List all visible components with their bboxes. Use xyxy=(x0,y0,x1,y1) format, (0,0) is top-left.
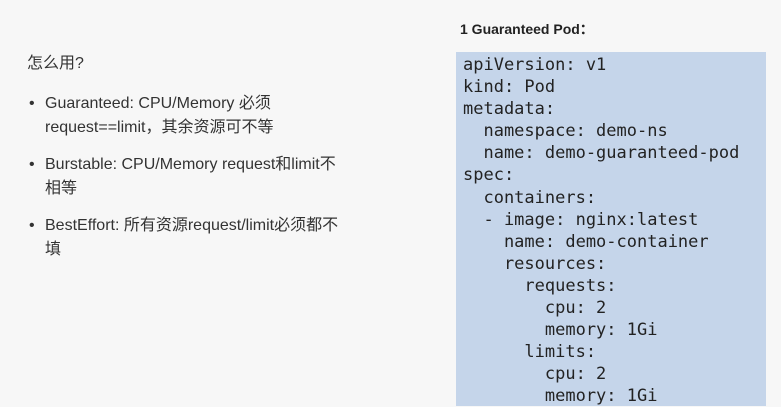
bullet-marker: • xyxy=(29,95,35,112)
code-line: memory: 1Gi xyxy=(463,386,658,406)
bullet-text-line: 相等 xyxy=(45,180,78,197)
bullet-text-line: Burstable: CPU/Memory request和limit不 xyxy=(45,156,336,173)
code-line: namespace: demo-ns xyxy=(463,121,668,142)
bullet-burstable: • Burstable: CPU/Memory request和limit不 相… xyxy=(27,153,427,201)
code-line: cpu: 2 xyxy=(463,298,607,319)
code-line: requests: xyxy=(463,275,617,296)
bullet-besteffort: • BestEffort: 所有资源request/limit必须都不 填 xyxy=(27,214,427,262)
code-line: memory: 1Gi xyxy=(463,320,658,341)
code-line: apiVersion: v1 xyxy=(463,55,607,75)
code-line: containers: xyxy=(463,187,597,208)
bullet-text-line: 填 xyxy=(45,241,62,258)
bullet-marker: • xyxy=(29,217,35,234)
bullet-marker: • xyxy=(29,156,35,173)
qos-class-list: • Guaranteed: CPU/Memory 必须 request==lim… xyxy=(27,92,427,262)
bullet-text-line: BestEffort: 所有资源request/limit必须都不 xyxy=(45,217,339,234)
code-line: spec: xyxy=(463,165,515,186)
code-line: name: demo-guaranteed-pod xyxy=(463,143,740,164)
code-line: limits: xyxy=(463,342,597,363)
code-line: - image: nginx:latest xyxy=(463,209,699,230)
code-line: resources: xyxy=(463,253,607,274)
code-line: name: demo-container xyxy=(463,231,709,252)
bullet-text-line: Guaranteed: CPU/Memory 必须 xyxy=(45,95,271,112)
code-line: kind: Pod xyxy=(463,77,556,98)
bullet-text-line: request==limit，其余资源可不等 xyxy=(45,119,274,136)
yaml-code-block: apiVersion: v1 kind: Pod metadata: names… xyxy=(456,52,766,406)
question-heading: 怎么用? xyxy=(27,55,84,72)
code-line: metadata: xyxy=(463,99,556,120)
bullet-guaranteed: • Guaranteed: CPU/Memory 必须 request==lim… xyxy=(27,92,427,140)
code-example-title: 1 Guaranteed Pod： xyxy=(460,21,594,37)
code-line: cpu: 2 xyxy=(463,364,607,385)
